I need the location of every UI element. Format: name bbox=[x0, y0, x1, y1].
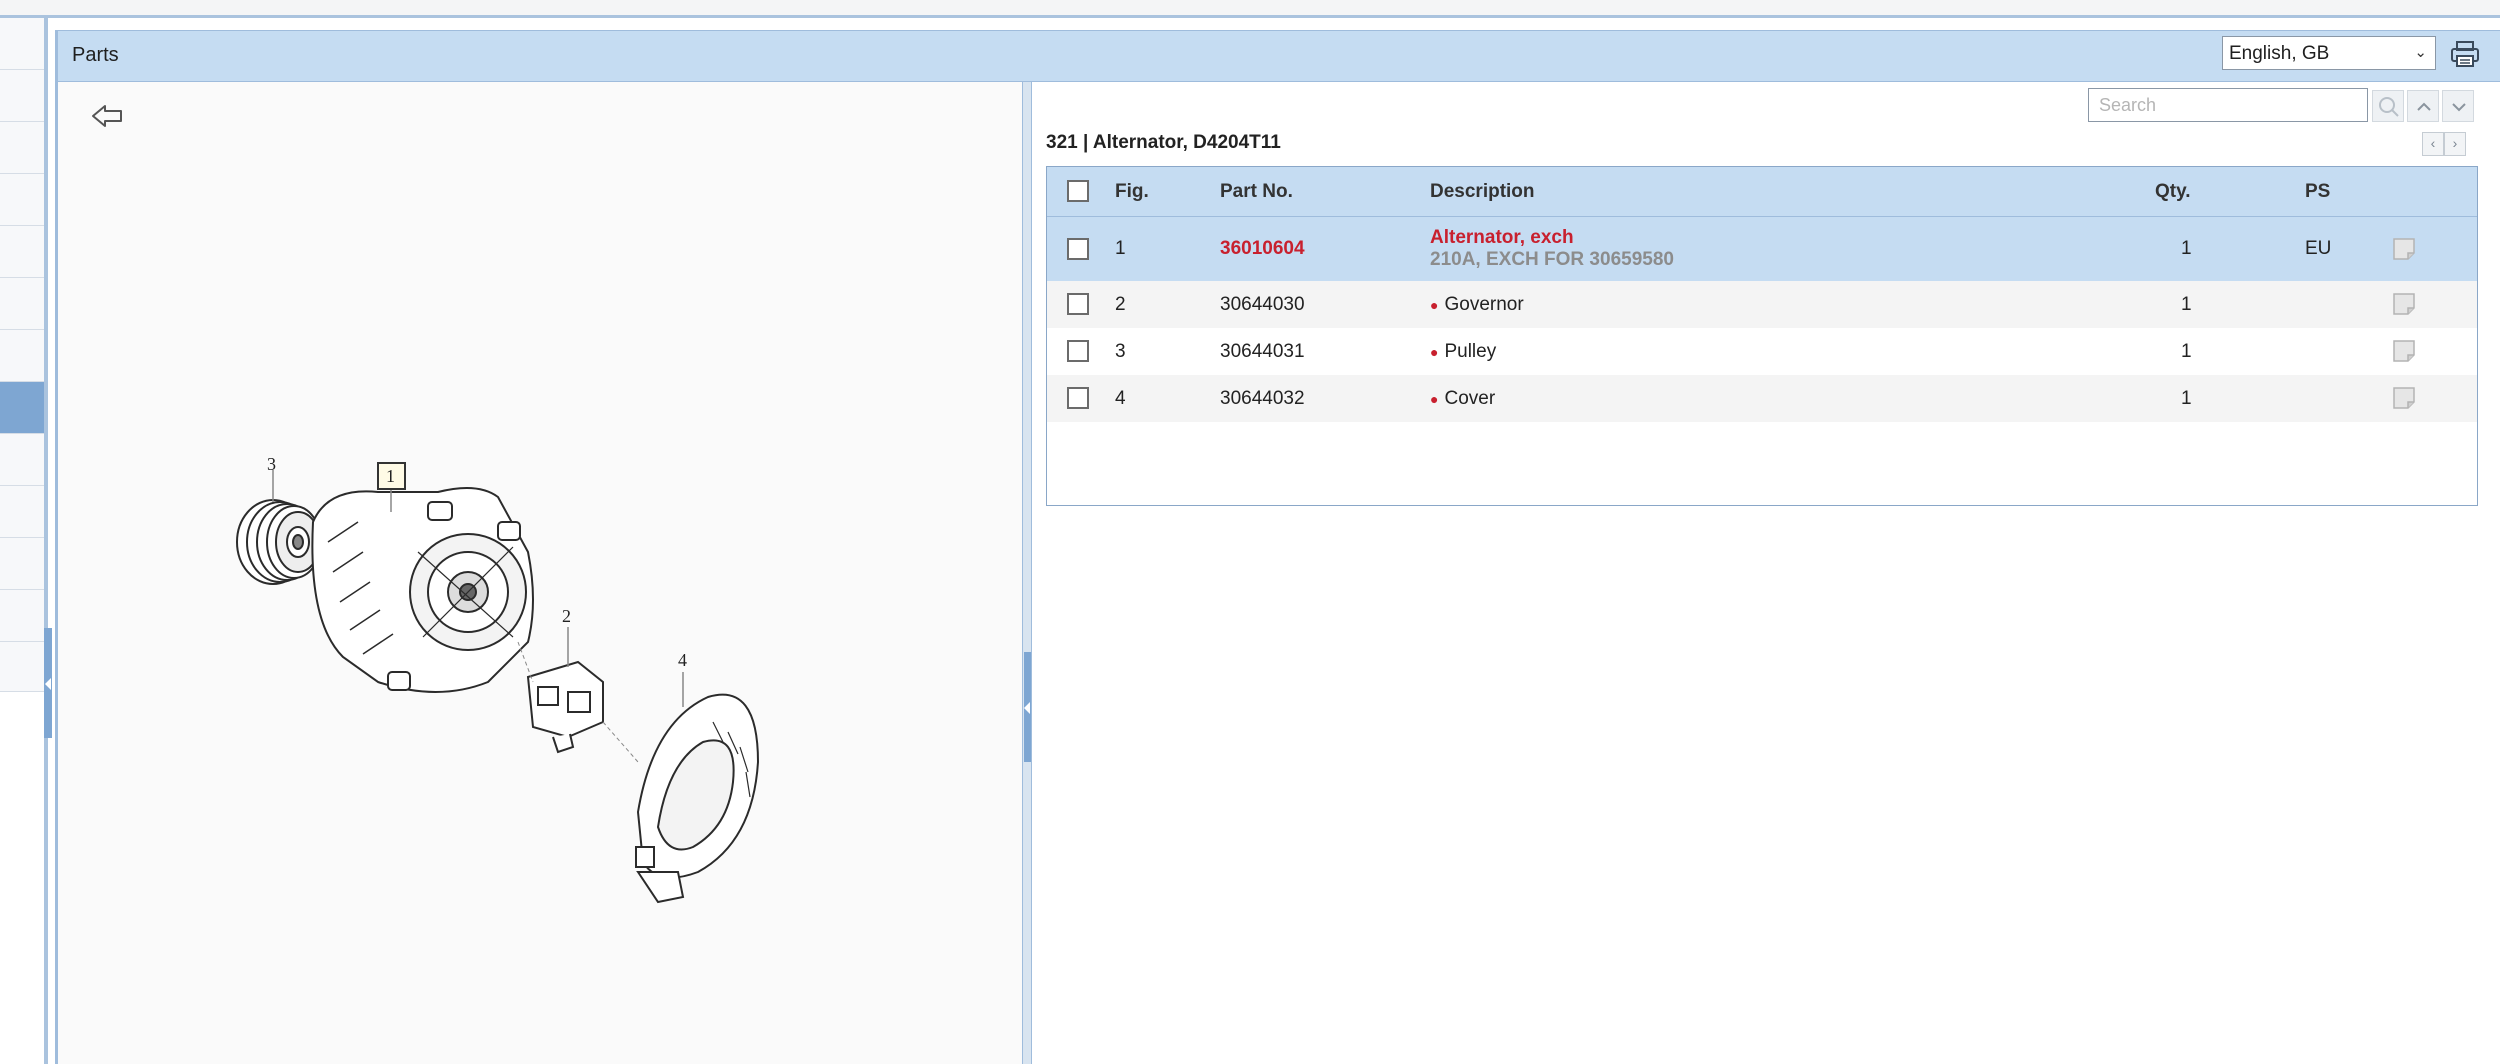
table-row[interactable]: 1 36010604 Alternator, exch 210A, EXCH F… bbox=[1047, 217, 2477, 281]
printer-icon bbox=[2451, 41, 2479, 67]
row-description: Alternator, exch bbox=[1430, 227, 1574, 248]
search-input[interactable] bbox=[2088, 88, 2368, 122]
top-strip bbox=[0, 0, 2500, 18]
governor-drawing[interactable] bbox=[526, 660, 604, 754]
page-title: Parts bbox=[72, 44, 119, 66]
parts-header: Parts English, GB ⌄ bbox=[55, 30, 2500, 82]
row-description: Governor bbox=[1444, 294, 1524, 315]
sidebar-item[interactable] bbox=[0, 278, 44, 330]
diagram-panel: 3 1 2 4 bbox=[55, 82, 1022, 1064]
sidebar-item[interactable] bbox=[0, 330, 44, 382]
language-value: English, GB bbox=[2229, 43, 2330, 64]
note-icon[interactable] bbox=[2392, 339, 2416, 363]
column-header-part-no[interactable]: Part No. bbox=[1220, 181, 1293, 203]
right-margin bbox=[2482, 82, 2500, 1064]
row-description: Pulley bbox=[1444, 341, 1497, 362]
next-section-button[interactable]: › bbox=[2444, 132, 2466, 156]
language-select[interactable]: English, GB ⌄ bbox=[2222, 36, 2436, 70]
row-description-cell: ● Governor bbox=[1430, 294, 1524, 316]
row-qty: 1 bbox=[2181, 238, 2192, 259]
row-description-cell: ● Pulley bbox=[1430, 341, 1496, 363]
row-fig: 4 bbox=[1115, 388, 1126, 409]
cover-drawing[interactable] bbox=[635, 693, 760, 904]
parts-table: Fig. Part No. Description Qty. PS 1 3601… bbox=[1046, 166, 2478, 506]
alternator-body-drawing[interactable] bbox=[311, 487, 534, 693]
callout-label-4[interactable]: 4 bbox=[678, 650, 687, 671]
row-checkbox[interactable] bbox=[1067, 387, 1089, 409]
pulley-drawing[interactable] bbox=[236, 499, 322, 585]
chevron-left-icon: ‹ bbox=[2430, 135, 2436, 151]
previous-section-button[interactable]: ‹ bbox=[2422, 132, 2444, 156]
row-sub-description: 210A, EXCH FOR 30659580 bbox=[1430, 249, 1674, 270]
row-checkbox[interactable] bbox=[1067, 340, 1089, 362]
note-icon[interactable] bbox=[2392, 292, 2416, 316]
note-icon[interactable] bbox=[2392, 237, 2416, 261]
column-header-description[interactable]: Description bbox=[1430, 181, 1535, 203]
column-header-qty[interactable]: Qty. bbox=[2155, 181, 2191, 203]
table-row[interactable]: 2 30644030 ● Governor 1 bbox=[1047, 281, 2477, 328]
sidebar-item-active[interactable] bbox=[0, 382, 44, 434]
row-part-no[interactable]: 30644031 bbox=[1220, 341, 1305, 363]
print-button[interactable] bbox=[2448, 39, 2482, 69]
sidebar-item[interactable] bbox=[0, 538, 44, 590]
alternator-diagram bbox=[236, 462, 760, 904]
sidebar-item[interactable] bbox=[0, 18, 44, 70]
chevron-right-icon: › bbox=[2452, 135, 2458, 151]
sidebar-item[interactable] bbox=[0, 486, 44, 538]
row-qty: 1 bbox=[2181, 388, 2192, 409]
row-part-no[interactable]: 30644030 bbox=[1220, 294, 1305, 316]
search-button[interactable] bbox=[2372, 90, 2404, 122]
callout-label-2[interactable]: 2 bbox=[562, 606, 571, 627]
sidebar-item[interactable] bbox=[0, 70, 44, 122]
row-checkbox[interactable] bbox=[1067, 293, 1089, 315]
table-row[interactable]: 3 30644031 ● Pulley 1 bbox=[1047, 328, 2477, 375]
left-sidebar bbox=[0, 18, 52, 1064]
table-row[interactable]: 4 30644032 ● Cover 1 bbox=[1047, 375, 2477, 422]
sidebar-item[interactable] bbox=[0, 122, 44, 174]
note-icon[interactable] bbox=[2392, 386, 2416, 410]
bullet-icon: ● bbox=[1430, 297, 1439, 313]
row-qty: 1 bbox=[2181, 294, 2192, 315]
table-header: Fig. Part No. Description Qty. PS bbox=[1047, 167, 2477, 217]
select-all-checkbox[interactable] bbox=[1067, 180, 1089, 202]
row-description-cell: ● Cover bbox=[1430, 388, 1495, 410]
sidebar-item[interactable] bbox=[0, 226, 44, 278]
chevron-down-icon bbox=[2452, 103, 2466, 112]
search-icon bbox=[2379, 97, 2399, 117]
bullet-icon: ● bbox=[1430, 391, 1439, 407]
collapse-arrow-icon bbox=[1024, 702, 1030, 714]
row-checkbox[interactable] bbox=[1067, 238, 1089, 260]
collapse-arrow-icon bbox=[45, 678, 51, 690]
row-fig: 1 bbox=[1115, 238, 1126, 259]
row-ps: EU bbox=[2305, 238, 2332, 259]
row-fig: 3 bbox=[1115, 341, 1126, 362]
section-title: 321 | Alternator, D4204T11 bbox=[1046, 132, 1281, 153]
sidebar-item[interactable] bbox=[0, 590, 44, 642]
panel-splitter[interactable] bbox=[1022, 82, 1032, 1064]
previous-match-button[interactable] bbox=[2407, 90, 2439, 122]
row-description: Cover bbox=[1444, 388, 1496, 409]
column-header-fig[interactable]: Fig. bbox=[1115, 181, 1149, 203]
next-match-button[interactable] bbox=[2442, 90, 2474, 122]
bullet-icon: ● bbox=[1430, 344, 1439, 360]
chevron-up-icon bbox=[2417, 102, 2431, 111]
row-part-no[interactable]: 36010604 bbox=[1220, 238, 1305, 260]
sidebar-item[interactable] bbox=[0, 174, 44, 226]
sidebar-edge bbox=[44, 18, 48, 1064]
parts-list-panel: 321 | Alternator, D4204T11 ‹ › Fig. Part… bbox=[1032, 82, 2482, 1064]
row-part-no[interactable]: 30644032 bbox=[1220, 388, 1305, 410]
callout-label-1[interactable]: 1 bbox=[386, 466, 395, 487]
row-qty: 1 bbox=[2181, 341, 2192, 362]
sidebar-item[interactable] bbox=[0, 642, 44, 692]
column-header-ps[interactable]: PS bbox=[2305, 181, 2330, 203]
callout-label-3[interactable]: 3 bbox=[267, 454, 276, 475]
row-fig: 2 bbox=[1115, 294, 1126, 315]
chevron-down-icon: ⌄ bbox=[2414, 44, 2427, 61]
sidebar-item[interactable] bbox=[0, 434, 44, 486]
